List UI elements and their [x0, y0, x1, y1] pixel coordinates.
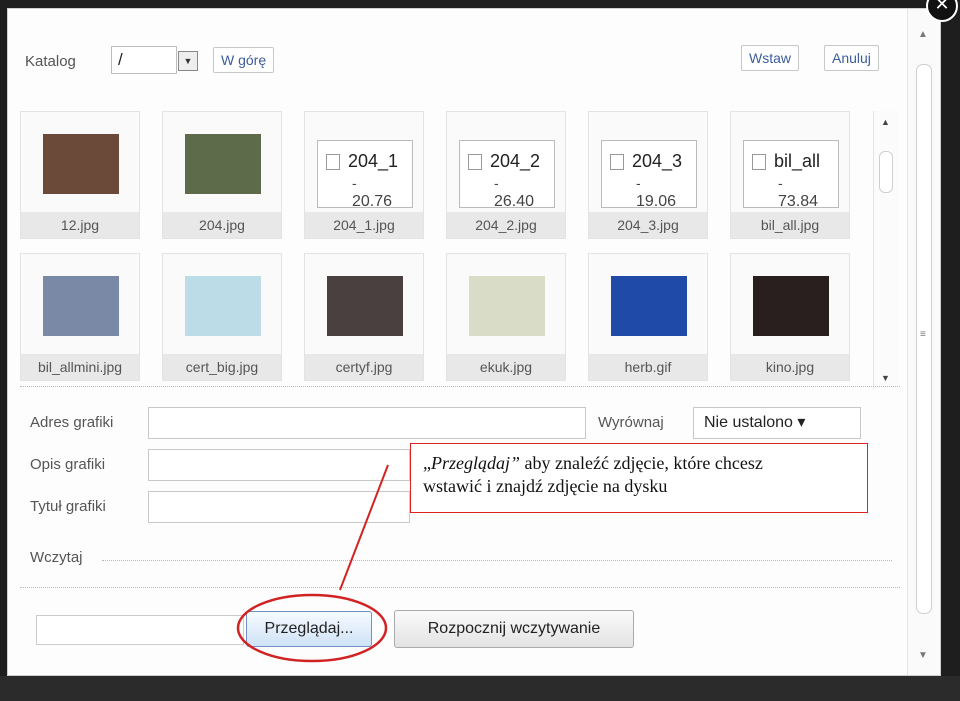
callout-text2: wstawić i znajdź zdjęcie na dysku: [423, 476, 668, 496]
browse-highlight: [236, 593, 388, 663]
callout-quote-open: „: [423, 453, 431, 473]
callout-pointer: [339, 464, 389, 591]
callout-text1: aby znaleźć zdjęcie, które chcesz: [520, 453, 763, 473]
instruction-callout: „Przeglądaj” aby znaleźć zdjęcie, które …: [410, 443, 868, 513]
annotation-overlay: [236, 464, 389, 663]
background: [0, 676, 960, 701]
callout-quoted: Przeglądaj”: [431, 453, 521, 473]
